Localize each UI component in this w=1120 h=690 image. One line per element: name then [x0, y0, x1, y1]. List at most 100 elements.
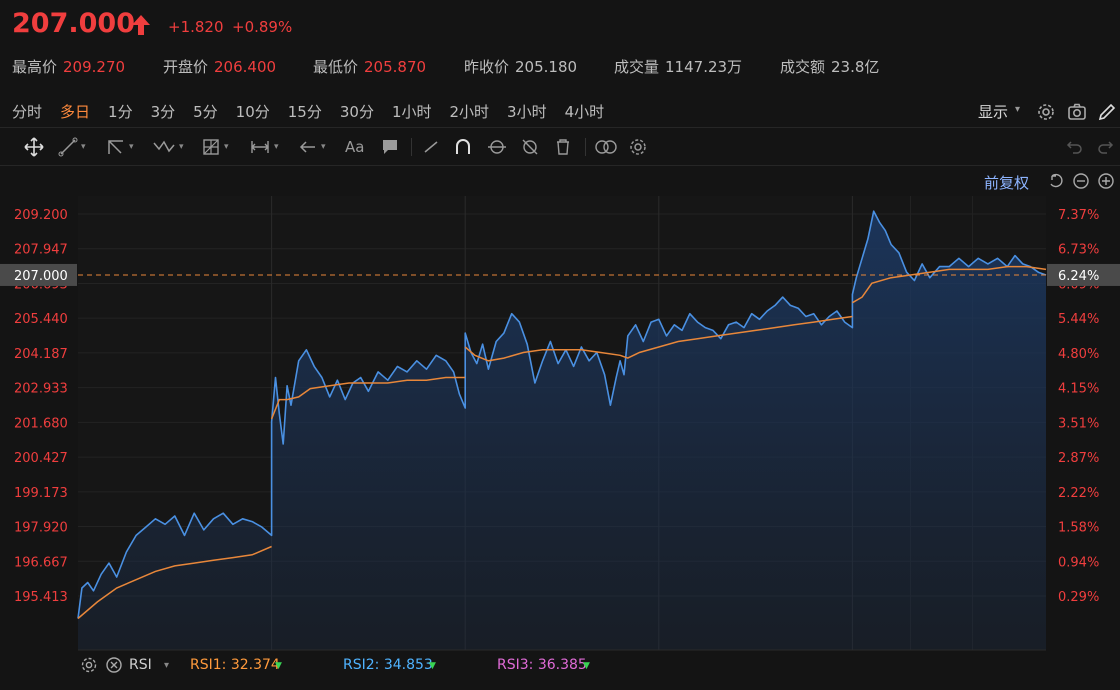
rsi-close-icon[interactable]: [105, 656, 123, 674]
overlap-circles-icon: [595, 140, 617, 154]
price-chart[interactable]: 209.200207.947206.693205.440204.187202.9…: [0, 166, 1120, 690]
pct-tick-label: 4.15%: [1058, 382, 1099, 397]
rsi1-down-icon: ▼: [275, 661, 282, 671]
y-tick-label: 196.667: [14, 555, 68, 570]
stat-low: 最低价 205.870: [313, 58, 427, 76]
channel-icon: [108, 140, 123, 154]
pct-tick-label: 0.29%: [1058, 590, 1099, 605]
toolbar-divider-top: [0, 127, 1120, 128]
grid-chart-icon: [203, 139, 219, 155]
redo-button[interactable]: [1096, 136, 1116, 158]
pct-tick-label: 4.80%: [1058, 347, 1099, 362]
camera-icon[interactable]: [1066, 101, 1088, 123]
y-tick-label: 195.413: [14, 590, 68, 605]
toolbar-separator: [585, 138, 586, 156]
display-dropdown[interactable]: 显示: [978, 101, 1008, 122]
current-price-badge-label: 207.000: [14, 269, 68, 284]
y-tick-label: 197.920: [14, 521, 68, 536]
chevron-down-icon: ▾: [1015, 104, 1021, 115]
tab-5min[interactable]: 5分: [181, 100, 218, 126]
arrow-tool[interactable]: ▾: [298, 136, 326, 158]
y-tick-label: 204.187: [14, 347, 68, 362]
magnet-icon: [456, 139, 470, 154]
toolbar-separator: [411, 138, 412, 156]
tab-3hour[interactable]: 3小时: [495, 100, 547, 126]
move-tool[interactable]: [23, 136, 45, 158]
reset-icon[interactable]: [1047, 172, 1065, 190]
hide-tool[interactable]: [520, 136, 540, 158]
lock-drawing-icon: [488, 140, 506, 154]
zoom-out-icon[interactable]: [1072, 172, 1090, 190]
fibonacci-tool[interactable]: ▾: [201, 136, 229, 158]
y-tick-label: 199.173: [14, 486, 68, 501]
stat-open: 开盘价 206.400: [163, 58, 277, 76]
arrow-left-icon: [299, 141, 315, 153]
y-tick-label: 202.933: [14, 382, 68, 397]
lock-tool[interactable]: [486, 136, 508, 158]
eraser-line-tool[interactable]: [421, 136, 441, 158]
pct-tick-label: 5.44%: [1058, 312, 1099, 327]
rsi1-value: RSI1: 32.374: [190, 657, 280, 673]
rsi2-down-icon: ▼: [429, 661, 436, 671]
compare-tool[interactable]: [594, 136, 618, 158]
zigzag-icon: [153, 140, 175, 153]
move-cross-icon: [24, 137, 44, 157]
delete-tool[interactable]: [554, 136, 572, 158]
y-tick-label: 205.440: [14, 312, 68, 327]
drawing-settings-tool[interactable]: [628, 136, 648, 158]
rsi2-value: RSI2: 34.853: [343, 657, 433, 673]
tab-1min[interactable]: 1分: [96, 100, 133, 126]
y-tick-label: 207.947: [14, 243, 68, 258]
tab-2hour[interactable]: 2小时: [438, 100, 490, 126]
undo-icon: [1066, 141, 1082, 154]
tab-1hour[interactable]: 1小时: [380, 100, 432, 126]
tab-multi-day[interactable]: 多日: [48, 100, 90, 126]
y-tick-label: 200.427: [14, 451, 68, 466]
pct-tick-label: 2.22%: [1058, 486, 1099, 501]
note-tool[interactable]: [380, 136, 400, 158]
comment-icon: [383, 140, 397, 154]
rsi3-down-icon: ▼: [583, 661, 590, 671]
gear-icon: [630, 139, 646, 155]
current-pct-badge-label: 6.24%: [1058, 269, 1099, 284]
rsi3-value: RSI3: 36.385: [497, 657, 587, 673]
trash-icon: [557, 139, 569, 155]
rsi-settings-gear-icon[interactable]: [80, 656, 98, 674]
pencil-icon[interactable]: [1096, 101, 1118, 123]
tab-4hour[interactable]: 4小时: [553, 100, 605, 126]
up-arrow-icon: [132, 15, 150, 35]
redo-icon: [1098, 141, 1114, 154]
magnet-tool[interactable]: [453, 136, 473, 158]
text-tool-label: Aa: [345, 138, 365, 156]
stat-high: 最高价 209.270: [12, 58, 126, 76]
pct-tick-label: 7.37%: [1058, 208, 1099, 223]
stat-prev-close: 昨收价 205.180: [464, 58, 578, 76]
eye-off-icon: [522, 139, 538, 155]
tab-30min[interactable]: 30分: [328, 100, 374, 126]
tab-10min[interactable]: 10分: [224, 100, 270, 126]
tab-3min[interactable]: 3分: [139, 100, 176, 126]
y-tick-label: 201.680: [14, 416, 68, 431]
zoom-in-icon[interactable]: [1097, 172, 1115, 190]
pct-tick-label: 3.51%: [1058, 416, 1099, 431]
tab-15min[interactable]: 15分: [276, 100, 322, 126]
stat-volume: 成交量 1147.23万: [614, 58, 743, 76]
slash-line-icon: [424, 141, 438, 153]
price-adjust-toggle[interactable]: 前复权: [984, 172, 1029, 193]
price-change-percent: +0.89%: [232, 18, 293, 36]
stat-turnover: 成交额 23.8亿: [780, 58, 880, 76]
rsi-chevron-down-icon[interactable]: ▾: [164, 660, 169, 671]
wave-tool[interactable]: ▾: [152, 136, 184, 158]
y-tick-label: 209.200: [14, 208, 68, 223]
text-tool[interactable]: Aa: [345, 136, 364, 158]
measure-tool[interactable]: ▾: [249, 136, 279, 158]
range-icon: [251, 141, 269, 153]
line-tool[interactable]: ▾: [58, 136, 86, 158]
tab-intraday[interactable]: 分时: [0, 100, 42, 126]
undo-button[interactable]: [1064, 136, 1084, 158]
rsi-indicator-name: RSI: [129, 657, 152, 673]
pct-tick-label: 1.58%: [1058, 521, 1099, 536]
settings-gear-icon[interactable]: [1035, 101, 1057, 123]
channel-tool[interactable]: ▾: [106, 136, 134, 158]
pct-tick-label: 0.94%: [1058, 555, 1099, 570]
